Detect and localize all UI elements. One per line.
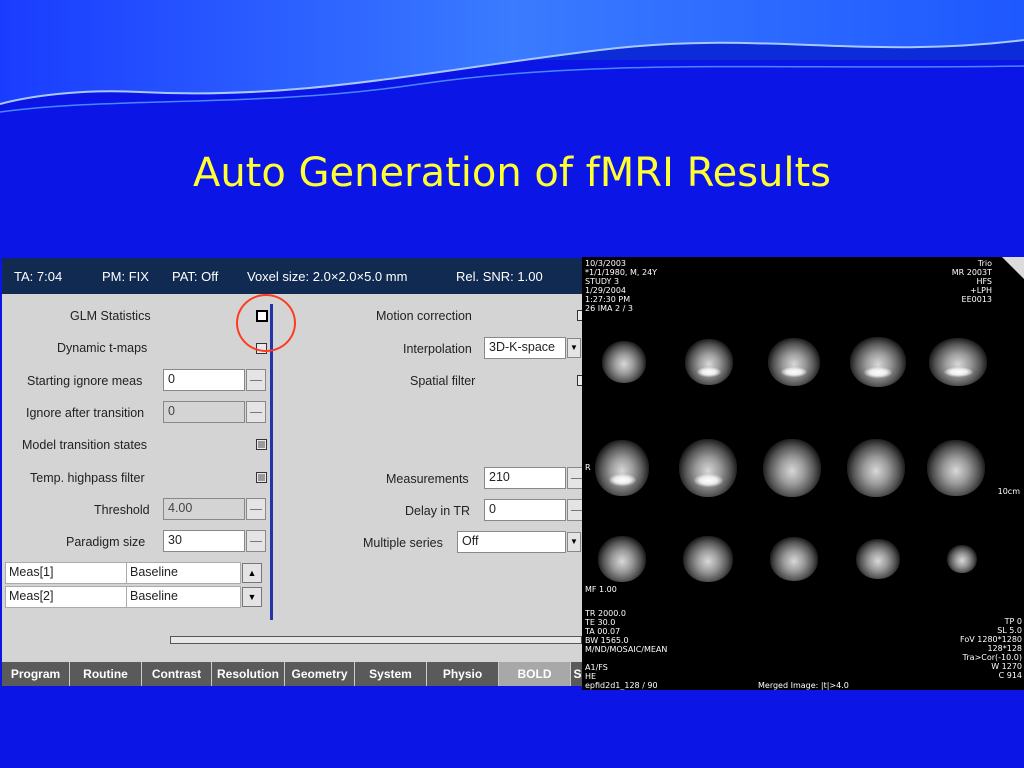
scroll-down-button[interactable]: ▼ — [242, 587, 262, 607]
brain-slice — [679, 439, 737, 497]
multiple-series-label: Multiple series — [363, 536, 443, 550]
brain-slice — [770, 537, 818, 581]
brain-slice — [598, 536, 646, 582]
tab-bar: Program Routine Contrast Resolution Geom… — [2, 662, 582, 686]
ignore-after-transition-stepper[interactable] — [246, 401, 266, 423]
delay-in-tr-input[interactable]: 0 — [484, 499, 566, 521]
ignore-after-transition-input[interactable]: 0 — [163, 401, 245, 423]
starting-ignore-meas-label: Starting ignore meas — [27, 374, 143, 388]
tab-resolution[interactable]: Resolution — [212, 662, 285, 686]
paradigm-size-stepper[interactable] — [246, 530, 266, 552]
geometry-info-text: TP 0 SL 5.0 FoV 1280*1280 128*128 Tra>Co… — [960, 617, 1022, 680]
threshold-input[interactable]: 4.00 — [163, 498, 245, 520]
brain-slice — [856, 539, 900, 579]
slide-wave-decoration — [0, 0, 1024, 113]
brain-slice — [929, 338, 987, 386]
tab-system[interactable]: System — [355, 662, 427, 686]
scanner-info-text: Trio MR 2003T HFS +LPH EE0013 — [951, 259, 992, 304]
tab-geometry[interactable]: Geometry — [285, 662, 355, 686]
pm-text: PM: FIX — [102, 269, 149, 284]
tab-overflow[interactable]: S — [571, 662, 582, 686]
page-fold-corner — [1002, 257, 1024, 279]
model-transition-states-checkbox[interactable] — [256, 439, 267, 450]
brain-slice — [602, 341, 646, 383]
table-cell-state[interactable]: Baseline — [126, 562, 241, 584]
interpolation-label: Interpolation — [403, 342, 472, 356]
tab-contrast[interactable]: Contrast — [142, 662, 212, 686]
measurements-input[interactable]: 210 — [484, 467, 566, 489]
multiple-series-select[interactable]: Off — [457, 531, 566, 553]
interpolation-dropdown-arrow[interactable]: ▼ — [567, 338, 581, 358]
table-cell-meas[interactable]: Meas[1] — [5, 562, 127, 584]
ta-text: TA: 7:04 — [14, 269, 63, 284]
measurements-label: Measurements — [386, 472, 469, 486]
multiple-series-dropdown-arrow[interactable]: ▼ — [567, 532, 581, 552]
tab-routine[interactable]: Routine — [70, 662, 142, 686]
threshold-stepper[interactable] — [246, 498, 266, 520]
highlight-circle-annotation — [236, 294, 296, 352]
scale-label: 10cm — [997, 487, 1020, 496]
brain-slice — [768, 338, 820, 386]
motion-correction-label: Motion correction — [376, 309, 472, 323]
brain-slice — [763, 439, 821, 497]
brain-slice — [927, 440, 985, 496]
brain-slice — [947, 545, 977, 573]
dynamic-t-maps-label: Dynamic t-maps — [57, 341, 148, 355]
brain-slice — [683, 536, 733, 582]
scroll-up-button[interactable]: ▲ — [242, 563, 262, 583]
pat-text: PAT: Off — [172, 269, 219, 284]
paradigm-size-label: Paradigm size — [66, 535, 146, 549]
table-cell-state[interactable]: Baseline — [126, 586, 241, 608]
table-cell-meas[interactable]: Meas[2] — [5, 586, 127, 608]
merged-image-text: Merged Image: |t|>4.0 — [758, 681, 849, 690]
interpolation-select[interactable]: 3D-K-space — [484, 337, 566, 359]
protocol-header-bar: TA: 7:04 PM: FIX PAT: Off Voxel size: 2.… — [2, 258, 582, 294]
spatial-filter-label: Spatial filter — [410, 374, 476, 388]
starting-ignore-meas-input[interactable]: 0 — [163, 369, 245, 391]
brain-slice — [847, 439, 905, 497]
tab-physio[interactable]: Physio — [427, 662, 499, 686]
brain-slice — [850, 337, 906, 387]
brain-slice — [595, 440, 649, 496]
tab-bold[interactable]: BOLD — [499, 662, 571, 686]
voxel-size-text: Voxel size: 2.0×2.0×5.0 mm — [247, 269, 408, 284]
brain-slice — [685, 339, 733, 385]
slide-title: Auto Generation of fMRI Results — [192, 150, 832, 196]
starting-ignore-meas-stepper[interactable] — [246, 369, 266, 391]
ignore-after-transition-label: Ignore after transition — [26, 406, 145, 420]
fmri-mosaic-image: 10/3/2003 *1/1/1980, M, 24Y STUDY 3 1/29… — [582, 257, 1024, 690]
glm-statistics-label: GLM Statistics — [70, 309, 151, 323]
magnification-text: MF 1.00 — [585, 585, 617, 594]
delay-in-tr-label: Delay in TR — [405, 504, 471, 518]
patient-info-text: 10/3/2003 *1/1/1980, M, 24Y STUDY 3 1/29… — [585, 259, 658, 313]
model-transition-states-label: Model transition states — [22, 438, 148, 452]
paradigm-size-input[interactable]: 30 — [163, 530, 245, 552]
tab-program[interactable]: Program — [2, 662, 70, 686]
horizontal-scrollbar[interactable] — [170, 636, 582, 644]
temp-highpass-filter-checkbox[interactable] — [256, 472, 267, 483]
rel-snr-text: Rel. SNR: 1.00 — [456, 269, 543, 284]
orientation-marker: R — [585, 463, 591, 472]
temp-highpass-filter-label: Temp. highpass filter — [30, 471, 145, 485]
delay-in-tr-stepper[interactable] — [567, 499, 582, 521]
measurements-stepper[interactable] — [567, 467, 582, 489]
sequence-info-text: TR 2000.0 TE 30.0 TA 00.07 BW 1565.0 M/N… — [585, 609, 668, 690]
threshold-label: Threshold — [94, 503, 150, 517]
